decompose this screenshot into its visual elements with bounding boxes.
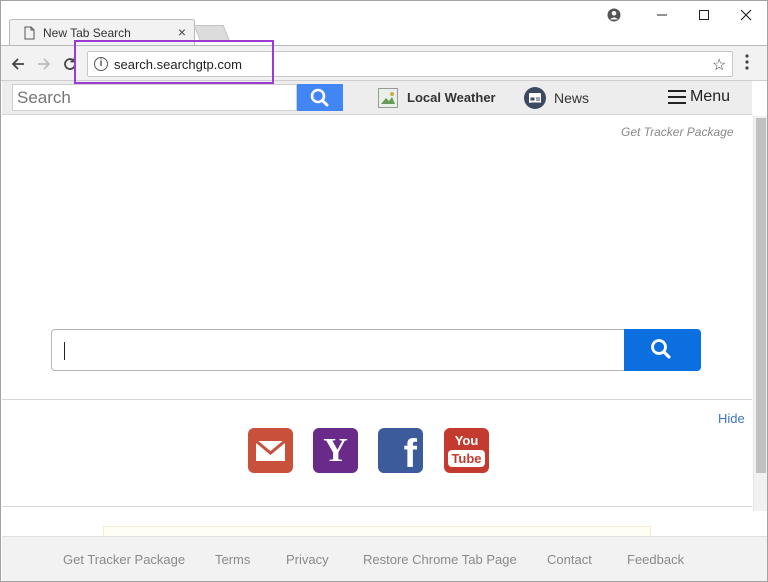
footer: Get Tracker Package Terms Privacy Restor… [2,536,767,581]
local-weather-link[interactable]: Local Weather [407,90,496,105]
weather-icon[interactable] [378,88,398,108]
profile-icon[interactable] [599,5,629,25]
footer-feedback-link[interactable]: Feedback [627,552,684,567]
shortcuts-panel: Hide Y f You Tube [2,399,752,507]
maximize-icon[interactable] [689,5,719,25]
vertical-scrollbar[interactable] [753,116,767,511]
youtube-icon: You Tube [444,428,489,473]
address-bar[interactable]: i search.searchgtp.com ☆ [87,51,733,77]
reload-icon[interactable] [59,53,81,75]
url-text[interactable]: search.searchgtp.com [114,57,242,72]
facebook-icon: f [403,432,417,476]
minimize-icon[interactable] [647,5,677,25]
footer-terms-link[interactable]: Terms [215,552,250,567]
mail-icon [255,439,286,461]
gmail-tile[interactable] [248,428,293,473]
main-search-input[interactable] [51,329,625,371]
bookmark-star-icon[interactable]: ☆ [712,55,726,75]
title-bar: New Tab Search × [1,1,767,46]
hamburger-menu-icon[interactable] [668,90,686,104]
browser-tab[interactable]: New Tab Search × [9,19,195,46]
hide-link[interactable]: Hide [718,411,745,426]
youtube-you-text: You [454,433,479,448]
browser-menu-icon[interactable] [743,54,751,70]
main-search-button[interactable] [624,329,701,371]
youtube-tube-text: Tube [448,450,485,467]
youtube-tile[interactable]: You Tube [444,428,489,473]
footer-get-tracker-link[interactable]: Get Tracker Package [63,552,185,567]
tab-title: New Tab Search [43,26,131,40]
menu-link[interactable]: Menu [690,88,730,106]
tab-close-icon[interactable]: × [174,23,190,41]
yahoo-tile[interactable]: Y [313,428,358,473]
browser-toolbar: i search.searchgtp.com ☆ [1,45,767,81]
page-icon [24,26,35,40]
back-arrow-icon[interactable] [7,53,29,75]
news-link[interactable]: News [554,90,589,106]
scrollbar-thumb[interactable] [756,118,766,473]
news-icon[interactable] [524,87,546,109]
get-tracker-package-link[interactable]: Get Tracker Package [621,125,734,139]
new-tab-button[interactable] [193,25,231,42]
forward-arrow-icon[interactable] [33,53,55,75]
info-icon[interactable]: i [94,57,108,71]
close-window-icon[interactable] [731,5,761,25]
text-caret [64,342,65,360]
footer-contact-link[interactable]: Contact [547,552,592,567]
yahoo-icon: Y [323,432,348,469]
footer-privacy-link[interactable]: Privacy [286,552,329,567]
facebook-tile[interactable]: f [378,428,423,476]
page-header-bar: Local Weather News Menu [2,81,752,115]
header-search-input[interactable] [12,84,297,111]
browser-window: New Tab Search × i search.searchgtp.com … [0,0,768,582]
footer-restore-tab-link[interactable]: Restore Chrome Tab Page [363,552,517,567]
header-search-button[interactable] [297,84,343,111]
